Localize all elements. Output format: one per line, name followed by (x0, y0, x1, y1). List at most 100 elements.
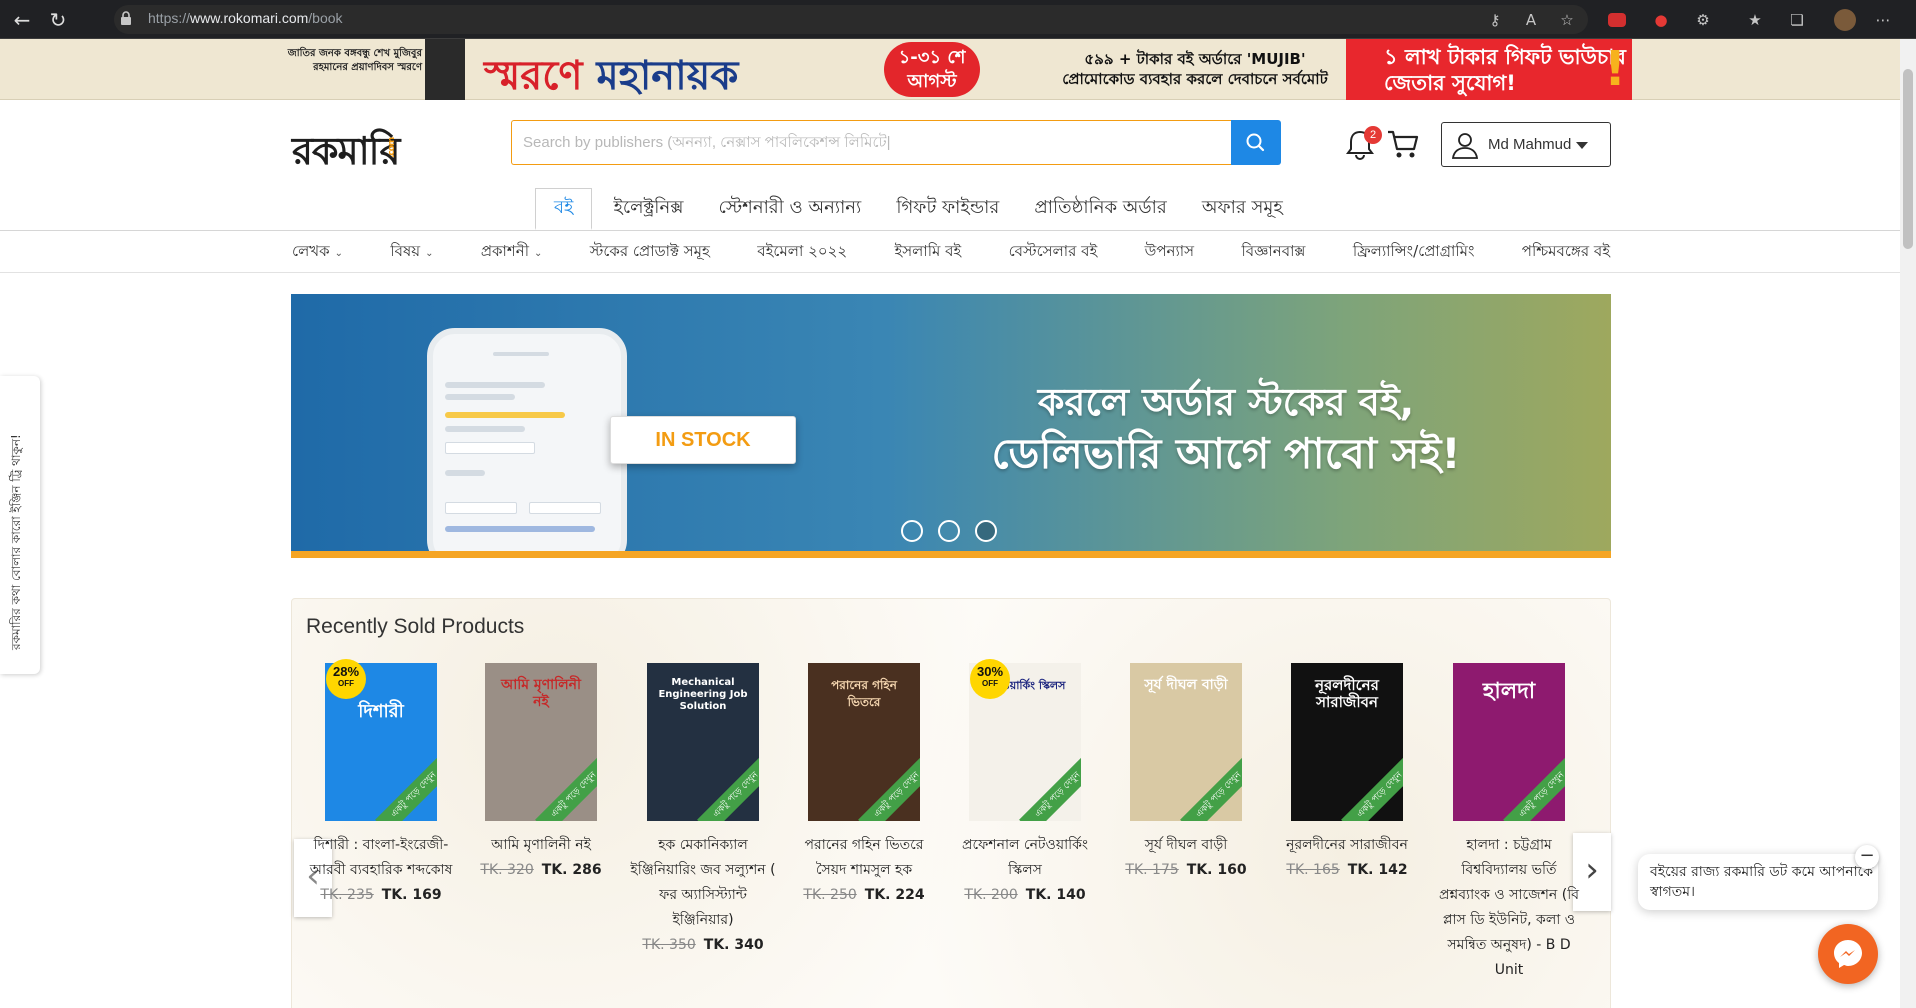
product-card[interactable]: পরানের গহিন ভিতরে একটু পড়ে দেখুন পরানের… (789, 663, 939, 908)
collections-icon[interactable]: ❏ (1786, 9, 1808, 31)
hero-carousel[interactable]: IN STOCK করলে অর্ডার স্টকের বই, ডেলিভারি… (291, 294, 1611, 558)
subnav-islamic[interactable]: ইসলামি বই (894, 240, 961, 265)
book-sub-nav: লেখক ⌄ বিষয় ⌄ প্রকাশনী ⌄ স্টকের প্রোডাক্ট … (292, 232, 1610, 272)
tab-offers[interactable]: অফার সমূহ (1188, 189, 1297, 231)
chevron-down-icon: ⌄ (334, 247, 343, 259)
subnav-bestseller[interactable]: বেস্টসেলার বই (1009, 240, 1098, 265)
product-name[interactable]: হালদা : চট্টগ্রাম বিশ্ববিদ্যালয় ভর্তি প… (1434, 833, 1584, 983)
subnav-subjects[interactable]: বিষয় ⌄ (390, 240, 433, 265)
product-price: TK. 200 TK. 140 (964, 887, 1086, 903)
subnav-science-box[interactable]: বিজ্ঞানবাক্স (1241, 240, 1305, 265)
product-card[interactable]: হালদা একটু পড়ে দেখুন হালদা : চট্টগ্রাম … (1434, 663, 1584, 983)
messenger-button[interactable] (1818, 924, 1878, 984)
reload-icon[interactable]: ↻ (46, 8, 70, 32)
carousel-dot[interactable] (901, 520, 923, 542)
hero-headline: করলে অর্ডার স্টকের বই, ডেলিভারি আগে পাবো… (931, 376, 1521, 480)
subnav-authors[interactable]: লেখক ⌄ (292, 240, 343, 265)
product-name[interactable]: আমি মৃণালিনী নই (466, 833, 616, 858)
search-button[interactable] (1231, 120, 1281, 165)
notification-badge: 2 (1364, 126, 1382, 144)
tab-books[interactable]: বই (535, 188, 593, 230)
promo-gift-text: ১ লাখ টাকার গিফট ভাউচার জেতার সুযোগ! (1384, 45, 1626, 95)
product-name[interactable]: হক মেকানিক্যাল ইঞ্জিনিয়ারিং জব সল্যুশন … (628, 833, 778, 933)
chevron-down-icon: ⌄ (425, 247, 434, 259)
tab-stationery[interactable]: স্টেশনারী ও অন্যান্য (705, 189, 876, 231)
promo-tribute-text: জাতির জনক বঙ্গবন্ধু শেখ মুজিবুর রহমানের … (287, 48, 422, 73)
messenger-icon (1834, 940, 1862, 968)
subnav-novel[interactable]: উপন্যাস (1145, 240, 1194, 265)
read-aloud-icon[interactable]: A (1520, 9, 1542, 31)
recently-sold-section: Recently Sold Products ‹ › দিশারী একটু প… (291, 598, 1611, 1008)
product-card[interactable]: Mechanical Engineering Job Solution একটু… (628, 663, 778, 958)
promo-title: স্মরণে মহানায়ক (484, 53, 739, 99)
main-category-tabs: বই ইলেক্ট্রনিক্স স্টেশনারী ও অন্যান্য গি… (535, 188, 1299, 230)
product-name[interactable]: সূর্য দীঘল বাড়ী (1111, 833, 1261, 858)
profile-avatar[interactable] (1834, 9, 1856, 31)
discount-badge: 28% OFF (326, 659, 366, 699)
book-cover[interactable]: পরানের গহিন ভিতরে একটু পড়ে দেখুন (808, 663, 920, 821)
divider (0, 272, 1900, 273)
site-logo[interactable]: রকমারি .com (292, 122, 400, 186)
product-price: TK. 235 TK. 169 (320, 887, 442, 903)
product-name[interactable]: প্রফেশনাল নেটওয়ার্কিং স্কিলস (950, 833, 1100, 883)
product-card[interactable]: দিশারী একটু পড়ে দেখুন 28% OFF দিশারী : ব… (306, 659, 456, 908)
page-scrollbar[interactable] (1900, 39, 1916, 1008)
product-card[interactable]: নূরলদীনের সারাজীবন একটু পড়ে দেখুন নূরলদ… (1272, 663, 1422, 883)
product-card[interactable]: সূর্য দীঘল বাড়ী একটু পড়ে দেখুন সূর্য দ… (1111, 663, 1261, 883)
hero-line-1: করলে অর্ডার স্টকের বই, (1037, 380, 1415, 424)
in-stock-badge: IN STOCK (610, 416, 796, 464)
book-cover[interactable]: সূর্য দীঘল বাড়ী একটু পড়ে দেখুন (1130, 663, 1242, 821)
user-icon (1451, 133, 1479, 159)
extension-badge-icon[interactable]: ● (1650, 9, 1672, 31)
subnav-publishers[interactable]: প্রকাশনী ⌄ (481, 240, 543, 265)
product-price: TK. 350 TK. 340 (642, 937, 764, 953)
subnav-freelancing[interactable]: ফ্রিল্যান্সিং/প্রোগ্রামিং (1353, 240, 1475, 265)
product-name[interactable]: নূরলদীনের সারাজীবন (1272, 833, 1422, 858)
feedback-side-tab[interactable]: রকমারির কথা বোলার কারো ইঞ্জিন ট্রি থাকুন… (0, 376, 40, 674)
product-name[interactable]: দিশারী : বাংলা-ইংরেজী-আরবী ব্যবহারিক শব্… (306, 833, 456, 883)
extension-icon[interactable] (1608, 13, 1626, 27)
discount-badge: 30% OFF (970, 659, 1010, 699)
book-cover[interactable]: আমি মৃণালিনী নই একটু পড়ে দেখুন (485, 663, 597, 821)
back-icon[interactable]: ← (10, 8, 34, 32)
tab-gift-finder[interactable]: গিফট ফাইন্ডার (882, 189, 1013, 231)
tab-electronics[interactable]: ইলেক্ট্রনিক্স (599, 189, 697, 231)
product-price: TK. 320 TK. 286 (480, 862, 602, 878)
phone-illustration (427, 328, 627, 551)
book-cover[interactable]: নূরলদীনের সারাজীবন একটু পড়ে দেখুন (1291, 663, 1403, 821)
chevron-down-icon (1576, 142, 1588, 149)
subnav-book-fair[interactable]: বইমেলা ২০২২ (757, 240, 847, 265)
menu-more-icon[interactable]: ⋯ (1872, 9, 1894, 31)
promo-date-badge: ১-৩১ শে আগস্ট (884, 42, 980, 97)
user-name: Md Mahmud (1488, 136, 1572, 153)
chat-welcome-bubble[interactable]: বইয়ের রাজ্য রকমারি ডট কমে আপনাকে স্বাগত… (1638, 854, 1878, 910)
tab-institutional-order[interactable]: প্রাতিষ্ঠানিক অর্ডার (1020, 189, 1180, 231)
url-text: https://www.rokomari.com/book (148, 10, 343, 26)
favorites-icon[interactable]: ★ (1744, 9, 1766, 31)
key-icon[interactable]: ⚷ (1484, 9, 1506, 31)
user-menu-button[interactable]: Md Mahmud (1441, 122, 1611, 167)
address-bar[interactable]: https://www.rokomari.com/book (114, 5, 1588, 34)
scrollbar-thumb[interactable] (1903, 69, 1913, 249)
product-card[interactable]: আমি মৃণালিনী নই একটু পড়ে দেখুন আমি মৃণা… (466, 663, 616, 883)
lock-icon (121, 11, 131, 25)
carousel-dot-active[interactable] (975, 520, 998, 542)
book-cover[interactable]: Mechanical Engineering Job Solution একটু… (647, 663, 759, 821)
close-icon[interactable]: − (1855, 845, 1879, 869)
promo-banner[interactable]: জাতির জনক বঙ্গবন্ধু শেখ মুজিবুর রহমানের … (0, 39, 1916, 100)
section-title: Recently Sold Products (306, 615, 525, 638)
hero-line-2: ডেলিভারি আগে পাবো সই! (991, 429, 1461, 478)
extensions-puzzle-icon[interactable]: ⚙ (1692, 9, 1714, 31)
subnav-in-stock[interactable]: স্টকের প্রোডাক্ট সমূহ (590, 240, 710, 265)
book-cover[interactable]: হালদা একটু পড়ে দেখুন (1453, 663, 1565, 821)
promo-offer-text: ৫৯৯ + টাকার বই অর্ডারে 'MUJIB' প্রোমোকোড… (1062, 50, 1328, 88)
promo-portrait-strip (425, 39, 465, 100)
cart-icon[interactable] (1386, 128, 1420, 160)
carousel-dot[interactable] (938, 520, 961, 542)
product-name[interactable]: পরানের গহিন ভিতরে সৈয়দ শামসুল হক (789, 833, 939, 883)
search-input[interactable] (512, 121, 1231, 164)
product-card[interactable]: নেটওয়ার্কিং স্কিলস একটু পড়ে দেখুন 30% O… (950, 659, 1100, 908)
subnav-west-bengal[interactable]: পশ্চিমবঙ্গের বই (1522, 240, 1610, 265)
favorite-star-icon[interactable]: ☆ (1556, 9, 1578, 31)
product-price: TK. 175 TK. 160 (1125, 862, 1247, 878)
